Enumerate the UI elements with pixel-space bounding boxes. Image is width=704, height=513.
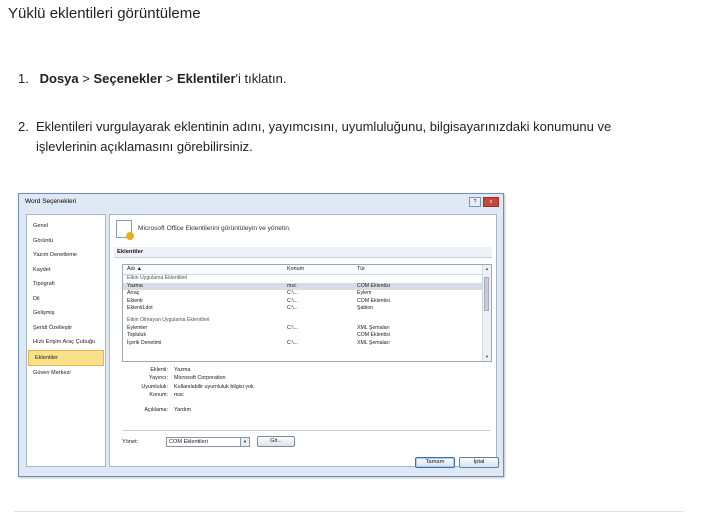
addin-name: Arraç: [127, 290, 140, 297]
step-number: 2.: [18, 119, 29, 134]
list-item[interactable]: Eklenti C:\... COM Eklentisi: [123, 298, 491, 306]
detail-value: Yazma: [174, 367, 191, 373]
addin-type: XML Şemaları: [357, 339, 390, 346]
section-header: Eklentiler: [114, 247, 492, 258]
options-nav: Genel Görüntü Yazım Denetleme Kaydet Tip…: [26, 214, 106, 467]
addin-location: msc: [287, 282, 297, 289]
addins-icon: [116, 220, 134, 240]
nav-item-proofing[interactable]: Yazım Denetleme: [27, 248, 105, 263]
list-scrollbar[interactable]: ▲ ▼: [482, 265, 491, 361]
nav-item-quick-access[interactable]: Hızlı Erişim Araç Çubuğu: [27, 335, 105, 350]
addin-type: XML Şemaları: [357, 324, 390, 331]
detail-label: Yayıncı:: [148, 375, 168, 382]
detail-value: Kullanılabilir uyumluluk bilgisi yok: [174, 383, 254, 390]
column-type[interactable]: Tür: [357, 265, 365, 274]
scroll-up-icon[interactable]: ▲: [483, 265, 491, 273]
addins-list: Adı ▲ Konum Tür Etkin Uygulama Eklentile…: [122, 264, 492, 362]
addin-type: COM Eklentisi: [357, 282, 390, 289]
panel-header-text: Microsoft Office Eklentilerini görüntüle…: [138, 225, 291, 232]
nav-item-advanced[interactable]: Gelişmiş: [27, 306, 105, 321]
manage-select-value: COM Eklentileri: [169, 439, 208, 445]
detail-label: Uyumluluk:: [141, 383, 168, 390]
addin-location: C:\...: [287, 305, 298, 312]
path-separator: >: [82, 71, 90, 86]
page-title: Yüklü eklentileri görüntüleme: [8, 5, 201, 22]
nav-item-typography[interactable]: Tipografi: [27, 277, 105, 292]
list-group-header: Etkin Uygulama Eklentileri: [123, 275, 491, 283]
scroll-thumb[interactable]: [484, 277, 489, 311]
addin-name: Eklenti: [127, 297, 143, 304]
dialog-title: Word Seçenekleri: [25, 198, 77, 205]
column-name[interactable]: Adı ▲: [127, 265, 142, 274]
addin-name: Yazma: [127, 282, 143, 289]
nav-item-save[interactable]: Kaydet: [27, 263, 105, 278]
step-number: 1.: [18, 71, 29, 86]
nav-item-trust-center[interactable]: Güven Merkezi: [27, 366, 105, 381]
help-button[interactable]: ?: [469, 197, 481, 207]
list-item[interactable]: Eylemler C:\... XML Şemaları: [123, 325, 491, 333]
nav-item-general[interactable]: Genel: [27, 219, 105, 234]
manage-label: Yönet:: [122, 439, 139, 445]
nav-item-display[interactable]: Görüntü: [27, 234, 105, 249]
list-item[interactable]: Topluluk COM Eklentisi: [123, 332, 491, 340]
step-2-text: Eklentileri vurgulayarak eklentinin adın…: [36, 119, 612, 154]
addin-name: Eylemler: [127, 324, 148, 331]
list-item[interactable]: Arraç C:\... Eylem: [123, 290, 491, 298]
go-button[interactable]: Git...: [257, 436, 295, 447]
group-label: Etkin Olmayan Uygulama Eklentileri: [127, 316, 210, 323]
list-item[interactable]: İçerik Denetimi C:\... XML Şemaları: [123, 340, 491, 348]
detail-label: Konum:: [149, 392, 168, 399]
step-2: 2. Eklentileri vurgulayarak eklentinin ad…: [18, 117, 678, 157]
addin-location: C:\...: [287, 290, 298, 297]
list-item[interactable]: Yazma msc COM Eklentisi: [123, 282, 491, 291]
list-group-header: Etkin Olmayan Uygulama Eklentileri: [123, 317, 491, 325]
addins-panel: Microsoft Office Eklentilerini görüntüle…: [109, 214, 497, 467]
nav-item-language[interactable]: Dil: [27, 292, 105, 307]
addin-name: Topluluk: [127, 332, 147, 339]
detail-label: Açıklama:: [144, 406, 168, 413]
detail-value: Yardım: [174, 406, 191, 413]
addin-location: C:\...: [287, 297, 298, 304]
addin-location: C:\...: [287, 339, 298, 346]
ok-button[interactable]: Tamam: [415, 457, 455, 468]
detail-value: msc: [174, 392, 184, 399]
list-item[interactable]: EklentiLdot C:\... Şablon: [123, 305, 491, 313]
addin-type: Şablon: [357, 305, 374, 312]
step-1: 1. Dosya > Seçenekler > Eklentiler'i tık…: [18, 69, 286, 89]
addin-type: Eylem: [357, 290, 372, 297]
group-label: Etkin Uygulama Eklentileri: [127, 275, 188, 281]
path-separator: >: [165, 71, 174, 86]
chevron-down-icon[interactable]: ▼: [240, 438, 249, 446]
dialog-title-buttons: ? x: [469, 197, 499, 207]
manage-select[interactable]: COM Eklentileri ▼: [166, 437, 250, 447]
menu-path-addins: Eklentiler: [177, 71, 236, 86]
scroll-down-icon[interactable]: ▼: [483, 353, 491, 361]
close-button[interactable]: x: [483, 197, 499, 207]
addin-type: COM Eklentisi: [357, 332, 390, 339]
cancel-button[interactable]: İptal: [459, 457, 499, 468]
list-header: Adı ▲ Konum Tür: [123, 265, 491, 275]
list-rows: Etkin Uygulama Eklentileri Yazma msc COM Ek…: [123, 275, 491, 347]
menu-path-options: Seçenekler: [93, 71, 163, 86]
word-options-dialog: Word Seçenekleri ? x Genel Görüntü Yazım…: [18, 193, 504, 477]
addin-name: EklentiLdot: [127, 305, 153, 312]
addin-name: İçerik Denetimi: [127, 339, 162, 346]
menu-path-file: Dosya: [39, 71, 79, 86]
nav-item-customize-ribbon[interactable]: Şeridi Özelleştir: [27, 321, 105, 336]
addin-type: COM Eklentisi: [357, 297, 390, 304]
detail-label: Eklenti:: [150, 367, 168, 373]
nav-item-addins[interactable]: Eklentiler: [28, 349, 104, 366]
divider: [122, 430, 490, 431]
column-location[interactable]: Konum: [287, 265, 304, 274]
step-1-suffix: 'i tıklatın.: [235, 71, 287, 86]
addin-location: C:\...: [287, 324, 298, 331]
divider: [14, 511, 684, 512]
detail-value: Microsoft Corporation: [174, 375, 226, 382]
